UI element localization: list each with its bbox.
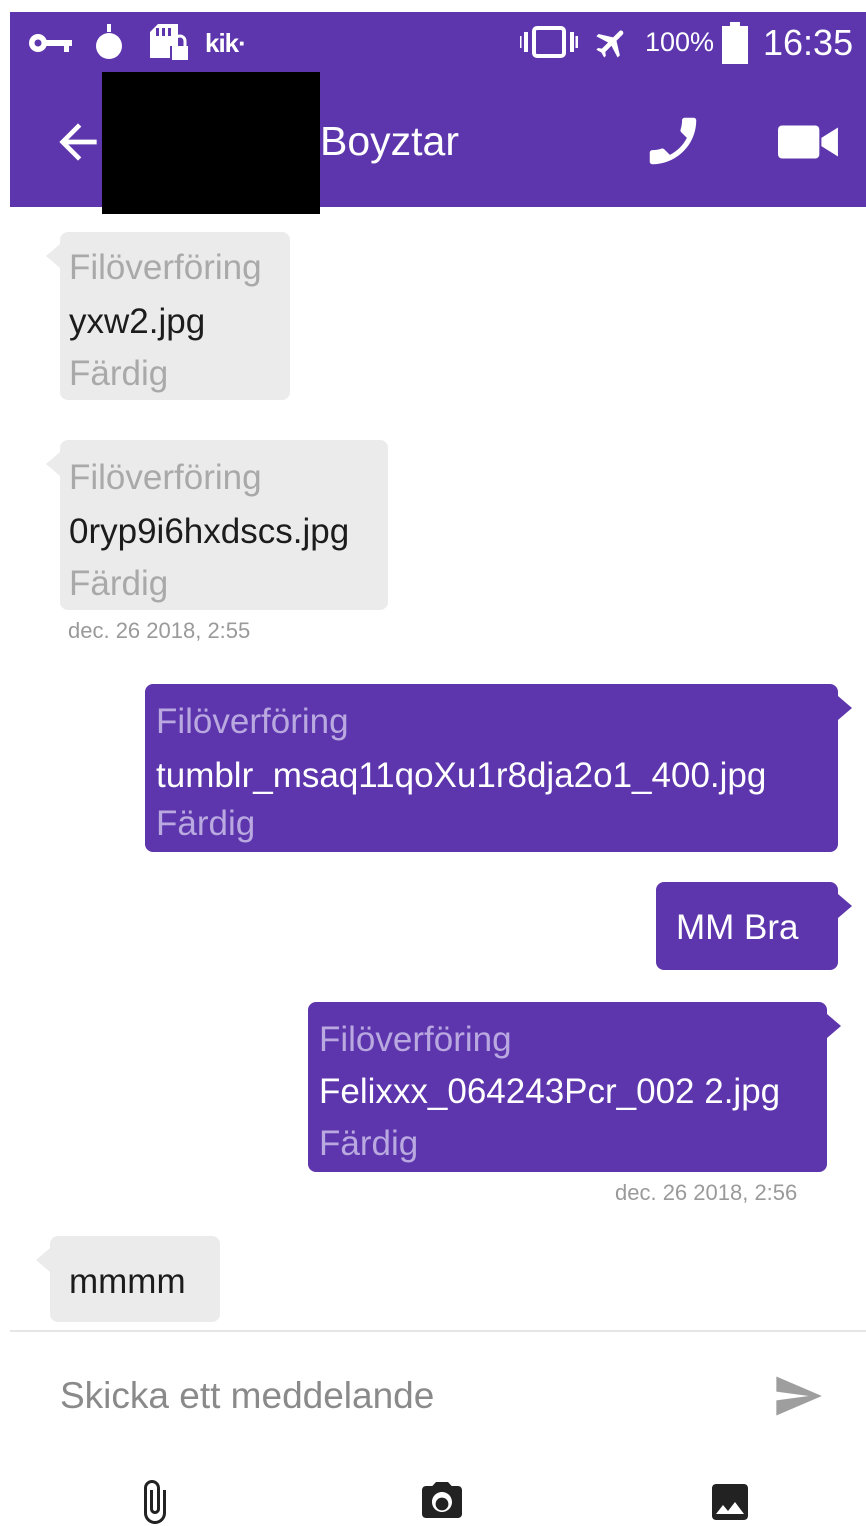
file-transfer-label: Filöverföring (69, 458, 262, 497)
airplane-mode-icon (596, 30, 624, 58)
transfer-status: Färdig (156, 804, 256, 843)
contact-name[interactable]: Boyztar (320, 118, 459, 165)
file-name: tumblr_msaq11qoXu1r8dja2o1_400.jpg (156, 756, 767, 795)
file-name: Felixxx_064243Pcr_002 2.jpg (319, 1072, 781, 1111)
transfer-status: Färdig (319, 1124, 419, 1163)
message-bubble-outgoing[interactable]: Filöverföring tumblr_msaq11qoXu1r8dja2o1… (145, 684, 852, 852)
message-text: MM Bra (676, 908, 799, 947)
attach-icon[interactable] (130, 1478, 178, 1526)
camera-icon[interactable] (418, 1478, 466, 1526)
file-name: yxw2.jpg (69, 302, 206, 341)
file-transfer-label: Filöverföring (319, 1020, 512, 1059)
message-timestamp: dec. 26 2018, 2:56 (615, 1180, 798, 1205)
battery-icon (722, 22, 748, 64)
battery-percentage: 100% (645, 27, 715, 57)
phone-call-icon[interactable] (642, 110, 704, 172)
message-bubble-incoming[interactable]: Filöverföring yxw2.jpg Färdig (46, 232, 290, 400)
message-timestamp: dec. 26 2018, 2:55 (68, 618, 251, 643)
gallery-icon[interactable] (706, 1478, 754, 1526)
message-bubble-outgoing[interactable]: Filöverföring Felixxx_064243Pcr_002 2.jp… (308, 1002, 841, 1172)
file-transfer-label: Filöverföring (156, 702, 349, 741)
kik-notification-icon: kik· (205, 28, 247, 58)
send-icon[interactable] (770, 1370, 826, 1422)
message-input[interactable] (60, 1368, 740, 1424)
vpn-key-icon (29, 34, 72, 52)
app-bar: Boyztar (10, 72, 866, 214)
file-name: 0ryp9i6hxdscs.jpg (69, 512, 350, 551)
message-bubble-incoming[interactable]: Filöverföring 0ryp9i6hxdscs.jpg Färdig (46, 440, 388, 610)
message-bubble-incoming[interactable]: mmmm (36, 1236, 220, 1322)
clock: 16:35 (763, 22, 854, 63)
video-call-icon[interactable] (778, 120, 840, 164)
composer-divider (10, 1330, 866, 1332)
drop-icon (96, 24, 122, 59)
sd-card-locked-icon (150, 24, 188, 60)
transfer-status: Färdig (69, 354, 169, 393)
message-bubble-outgoing[interactable]: MM Bra (656, 882, 852, 970)
vibrate-icon (520, 26, 578, 58)
file-transfer-label: Filöverföring (69, 248, 262, 287)
back-arrow-icon[interactable] (50, 114, 106, 170)
redacted-avatar (102, 72, 320, 214)
status-bar: kik· 100% 16:35 (10, 12, 866, 72)
transfer-status: Färdig (69, 564, 169, 603)
message-text: mmmm (69, 1262, 186, 1301)
